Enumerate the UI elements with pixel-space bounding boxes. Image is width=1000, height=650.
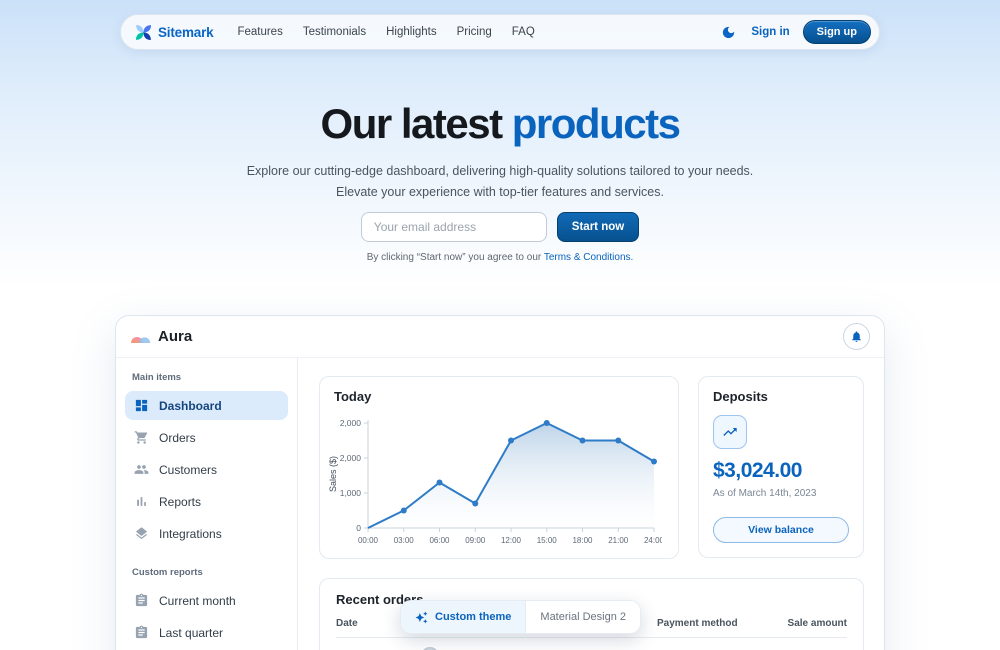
terms-text: By clicking “Start now” you agree to our — [367, 252, 544, 263]
deposits-title: Deposits — [713, 389, 849, 404]
nav-link-features[interactable]: Features — [227, 22, 292, 42]
sidebar-caption-main: Main items — [132, 372, 281, 383]
dark-mode-toggle[interactable] — [718, 22, 738, 42]
aura-logo-icon — [130, 329, 151, 344]
trending-up-badge — [713, 415, 747, 449]
clipboard-icon — [134, 625, 149, 640]
start-now-button[interactable]: Start now — [557, 212, 639, 242]
svg-text:12:00: 12:00 — [501, 536, 522, 545]
sidebar-item-label: Integrations — [159, 527, 222, 541]
terms-note: By clicking “Start now” you agree to our… — [0, 252, 1000, 263]
sidebar-item-integrations[interactable]: Integrations — [125, 519, 288, 548]
deposits-card: Deposits $3,024.00 As of March 14th, 202… — [698, 376, 864, 558]
svg-text:00:00: 00:00 — [358, 536, 379, 545]
today-chart-card: Today 0 1,000 2,000 2,000 00:00 03:00 06:00 09:… — [319, 376, 679, 559]
sidebar-item-reports[interactable]: Reports — [125, 487, 288, 516]
sidebar-item-label: Last quarter — [159, 626, 223, 640]
column-payment-method: Payment method — [657, 618, 787, 629]
nav-link-pricing[interactable]: Pricing — [447, 22, 502, 42]
svg-text:2,000: 2,000 — [340, 418, 362, 428]
nav-links: Features Testimonials Highlights Pricing… — [227, 22, 544, 42]
custom-theme-label: Custom theme — [435, 611, 511, 623]
navbar-actions: Sign in Sign up — [718, 20, 871, 44]
dashboard-icon — [134, 398, 149, 413]
terms-link[interactable]: Terms & Conditions. — [544, 252, 633, 263]
chart-title: Today — [334, 389, 664, 404]
bell-icon — [850, 330, 863, 343]
moon-icon — [721, 25, 736, 40]
deposits-amount: $3,024.00 — [713, 459, 849, 483]
sidebar-item-orders[interactable]: Orders — [125, 423, 288, 452]
sidebar-item-current-month[interactable]: Current month — [125, 586, 288, 615]
material-design-button[interactable]: Material Design 2 — [525, 601, 640, 633]
sign-in-link[interactable]: Sign in — [751, 26, 789, 38]
clipboard-icon — [134, 593, 149, 608]
nav-link-highlights[interactable]: Highlights — [376, 22, 447, 42]
email-input[interactable] — [361, 212, 547, 242]
page-title: Our latest products — [0, 100, 1000, 148]
subtitle-line-2: Elevate your experience with top-tier fe… — [0, 182, 1000, 203]
sparkle-icon — [415, 611, 428, 624]
layers-icon — [134, 526, 149, 541]
theme-toggle: Custom theme Material Design 2 — [400, 600, 641, 634]
svg-text:03:00: 03:00 — [394, 536, 415, 545]
column-sale-amount: Sale amount — [787, 618, 847, 629]
navbar: Sitemark Features Testimonials Highlight… — [120, 14, 880, 50]
signup-form: Start now — [0, 212, 1000, 242]
view-balance-button[interactable]: View balance — [713, 517, 849, 543]
sitemark-logo[interactable]: Sitemark — [135, 24, 213, 41]
people-icon — [134, 462, 149, 477]
svg-text:15:00: 15:00 — [537, 536, 558, 545]
bar-chart-icon — [134, 494, 149, 509]
sign-up-button[interactable]: Sign up — [803, 20, 871, 44]
sidebar-item-customers[interactable]: Customers — [125, 455, 288, 484]
title-prefix: Our latest — [321, 100, 512, 147]
sidebar: Main items Dashboard Orders Customers Re… — [116, 358, 298, 650]
sidebar-item-label: Reports — [159, 495, 201, 509]
trending-up-icon — [722, 424, 738, 440]
svg-text:0: 0 — [356, 523, 361, 533]
sidebar-caption-custom: Custom reports — [132, 567, 281, 578]
subtitle-line-1: Explore our cutting-edge dashboard, deli… — [0, 161, 1000, 182]
sidebar-item-dashboard[interactable]: Dashboard — [125, 391, 288, 420]
hero-subtitle: Explore our cutting-edge dashboard, deli… — [0, 161, 1000, 202]
sidebar-item-label: Customers — [159, 463, 217, 477]
sitemark-logo-icon — [135, 24, 152, 41]
title-accent: products — [512, 100, 680, 147]
deposits-as-of: As of March 14th, 2023 — [713, 488, 849, 499]
sidebar-item-last-quarter[interactable]: Last quarter — [125, 618, 288, 647]
sidebar-item-label: Orders — [159, 431, 196, 445]
nav-link-testimonials[interactable]: Testimonials — [293, 22, 376, 42]
svg-text:21:00: 21:00 — [608, 536, 629, 545]
table-row: 16 Mar, 2019 Elvis Presley Tupelo, MS VI… — [336, 638, 847, 650]
svg-text:18:00: 18:00 — [572, 536, 593, 545]
app-name: Aura — [158, 328, 192, 345]
sidebar-item-label: Current month — [159, 594, 236, 608]
custom-theme-button[interactable]: Custom theme — [401, 601, 525, 633]
cart-icon — [134, 430, 149, 445]
svg-text:2,000: 2,000 — [340, 453, 362, 463]
notifications-button[interactable] — [843, 323, 870, 350]
nav-link-faq[interactable]: FAQ — [502, 22, 545, 42]
svg-text:24:00: 24:00 — [644, 536, 662, 545]
logo-text: Sitemark — [158, 25, 213, 40]
dashboard-header: Aura — [116, 316, 884, 358]
svg-text:06:00: 06:00 — [429, 536, 450, 545]
sales-chart: 0 1,000 2,000 2,000 00:00 03:00 06:00 09:00 12:0… — [326, 406, 662, 558]
svg-text:Sales ($): Sales ($) — [328, 456, 338, 492]
sidebar-item-label: Dashboard — [159, 399, 222, 413]
svg-text:1,000: 1,000 — [340, 488, 362, 498]
svg-text:09:00: 09:00 — [465, 536, 486, 545]
material-design-label: Material Design 2 — [540, 611, 626, 623]
